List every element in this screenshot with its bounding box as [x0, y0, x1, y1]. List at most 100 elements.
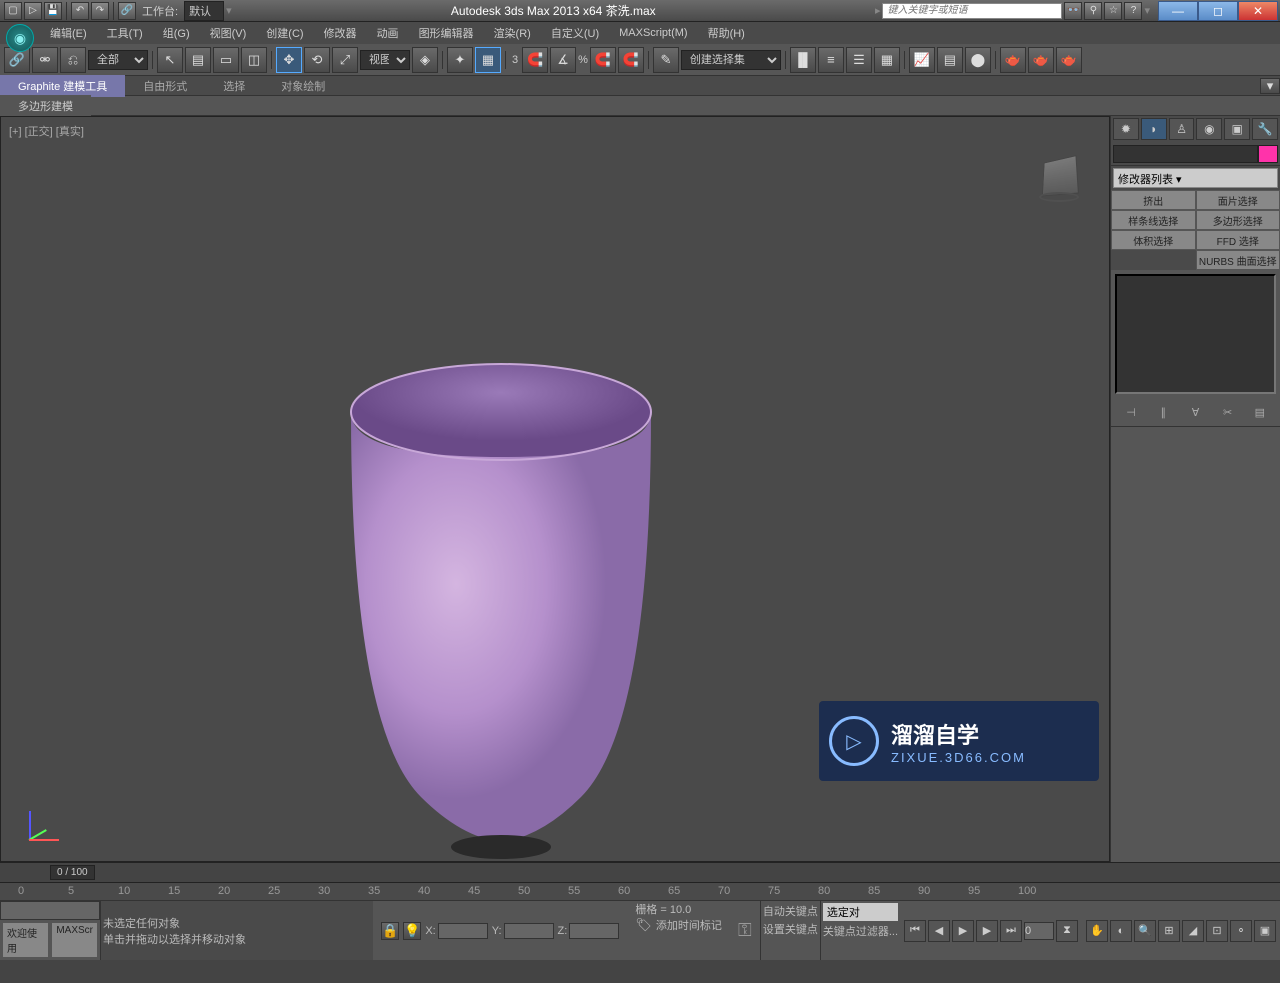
ribbon-tab-graphite[interactable]: Graphite 建模工具 [0, 75, 125, 97]
open-icon[interactable]: ▷ [24, 2, 42, 20]
autokey-button[interactable]: 自动关键点 [763, 903, 818, 919]
object-color[interactable] [1258, 145, 1278, 163]
save-icon[interactable]: 💾 [44, 2, 62, 20]
viewport[interactable]: [+] [正交] [真实] [0, 116, 1110, 862]
viewport-label[interactable]: [+] [正交] [真实] [9, 123, 84, 139]
help-icon[interactable]: ? [1124, 2, 1142, 20]
layers-icon[interactable]: ☰ [846, 47, 872, 73]
select-rect-icon[interactable]: ▭ [213, 47, 239, 73]
menu-maxscript[interactable]: MAXScript(M) [609, 24, 697, 42]
pivot-icon[interactable]: ◈ [412, 47, 438, 73]
play-icon[interactable]: ▶ [952, 920, 974, 942]
btn-polysel[interactable]: 多边形选择 [1196, 210, 1280, 230]
menu-tools[interactable]: 工具(T) [97, 22, 153, 44]
snap-icon[interactable]: 🧲 [522, 47, 548, 73]
pin-stack-icon[interactable]: ⊣ [1121, 402, 1141, 422]
tab-utilities-icon[interactable]: 🔧 [1252, 118, 1278, 140]
mini-listener[interactable] [0, 901, 100, 920]
selection-filter[interactable]: 全部 [88, 50, 148, 70]
btn-extrude[interactable]: 挤出 [1111, 190, 1196, 210]
render-setup-icon[interactable]: 🫖 [1000, 47, 1026, 73]
tab-motion-icon[interactable]: ◉ [1196, 118, 1222, 140]
modifier-stack[interactable] [1115, 274, 1276, 394]
tab-hierarchy-icon[interactable]: ♙ [1169, 118, 1195, 140]
btn-volsel[interactable]: 体积选择 [1111, 230, 1196, 250]
search-input[interactable] [882, 3, 1062, 19]
object-name-input[interactable] [1113, 145, 1258, 163]
menu-modifiers[interactable]: 修改器 [314, 22, 367, 44]
menu-create[interactable]: 创建(C) [256, 22, 313, 44]
zoom-ext-icon[interactable]: ⊡ [1206, 920, 1228, 942]
comm-icon[interactable]: ⚲ [1084, 2, 1102, 20]
layer-mgr-icon[interactable]: ▦ [874, 47, 900, 73]
redo-icon[interactable]: ↷ [91, 2, 109, 20]
next-frame-icon[interactable]: ▶ [976, 920, 998, 942]
named-selset[interactable]: 创建选择集 [681, 50, 781, 70]
minimize-button[interactable]: — [1158, 1, 1198, 21]
goto-start-icon[interactable]: ⏮ [904, 920, 926, 942]
fov-icon[interactable]: ◢ [1182, 920, 1204, 942]
coord-y[interactable] [504, 923, 554, 939]
btn-nurbs[interactable]: NURBS 曲面选择 [1196, 250, 1280, 270]
maxscript-button[interactable]: MAXScr [51, 922, 98, 958]
menu-rendering[interactable]: 渲染(R) [484, 22, 541, 44]
curve-editor-icon[interactable]: 📈 [909, 47, 935, 73]
welcome-button[interactable]: 欢迎使用 [2, 922, 49, 958]
material-icon[interactable]: ⬤ [965, 47, 991, 73]
remove-mod-icon[interactable]: ✂ [1218, 402, 1238, 422]
star-icon[interactable]: ☆ [1104, 2, 1122, 20]
ribbon-tab-objectpaint[interactable]: 对象绘制 [263, 75, 343, 97]
select-window-icon[interactable]: ◫ [241, 47, 267, 73]
tag-icon[interactable]: 🏷 [635, 917, 652, 933]
new-icon[interactable]: ▢ [4, 2, 22, 20]
align-icon[interactable]: ≡ [818, 47, 844, 73]
selected-dd[interactable]: 选定对 [823, 903, 898, 921]
keyfilter-button[interactable]: 关键点过滤器... [823, 923, 898, 939]
mirror-icon[interactable]: ▐▌ [790, 47, 816, 73]
close-button[interactable]: ✕ [1238, 1, 1278, 21]
manip-icon[interactable]: ✦ [447, 47, 473, 73]
refcoord-dropdown[interactable]: 视图 [360, 50, 410, 70]
current-frame[interactable] [1024, 922, 1054, 940]
viewcube[interactable] [1029, 147, 1089, 207]
show-end-icon[interactable]: ∥ [1153, 402, 1173, 422]
unique-icon[interactable]: ∀ [1185, 402, 1205, 422]
tab-display-icon[interactable]: ▣ [1224, 118, 1250, 140]
scale-tool-icon[interactable]: ⤢ [332, 47, 358, 73]
render-icon[interactable]: 🫖 [1056, 47, 1082, 73]
goto-end-icon[interactable]: ⏭ [1000, 920, 1022, 942]
search-icon[interactable]: 👓 [1064, 2, 1082, 20]
tab-modify-icon[interactable]: ◗ [1141, 118, 1167, 140]
spinner-snap-icon[interactable]: 🧲 [618, 47, 644, 73]
workspace-dropdown[interactable]: 默认 [184, 1, 224, 21]
menu-views[interactable]: 视图(V) [200, 22, 257, 44]
ribbon-collapse-icon[interactable]: ▾ [1260, 78, 1280, 94]
ribbon-poly[interactable]: 多边形建模 [0, 95, 91, 117]
iso-icon[interactable]: 💡 [403, 922, 421, 940]
schematic-icon[interactable]: ▤ [937, 47, 963, 73]
zoom-all-icon[interactable]: ⊞ [1158, 920, 1180, 942]
tab-create-icon[interactable]: ✹ [1113, 118, 1139, 140]
select-icon[interactable]: ↖ [157, 47, 183, 73]
app-menu-icon[interactable]: ◉ [6, 24, 34, 52]
maximize-vp-icon[interactable]: ▣ [1254, 920, 1276, 942]
move-tool-icon[interactable]: ✥ [276, 47, 302, 73]
pan-icon[interactable]: ✋ [1086, 920, 1108, 942]
link-icon[interactable]: 🔗 [118, 2, 136, 20]
zoom-icon[interactable]: 🔍 [1134, 920, 1156, 942]
ribbon-tab-selection[interactable]: 选择 [205, 75, 263, 97]
modifier-list[interactable]: 修改器列表 ▾ [1113, 168, 1278, 188]
walk-icon[interactable]: ◐ [1110, 920, 1132, 942]
undo-icon[interactable]: ↶ [71, 2, 89, 20]
btn-splinesel[interactable]: 样条线选择 [1111, 210, 1196, 230]
rotate-tool-icon[interactable]: ⟲ [304, 47, 330, 73]
menu-group[interactable]: 组(G) [153, 22, 200, 44]
coord-z[interactable] [569, 923, 619, 939]
menu-customize[interactable]: 自定义(U) [541, 22, 609, 44]
lock-icon[interactable]: 🔒 [381, 922, 399, 940]
menu-help[interactable]: 帮助(H) [698, 22, 755, 44]
maximize-button[interactable]: ◻ [1198, 1, 1238, 21]
render-frame-icon[interactable]: 🫖 [1028, 47, 1054, 73]
time-config-icon[interactable]: ⧗ [1056, 920, 1078, 942]
key-icon[interactable]: ⚿ [730, 901, 760, 960]
